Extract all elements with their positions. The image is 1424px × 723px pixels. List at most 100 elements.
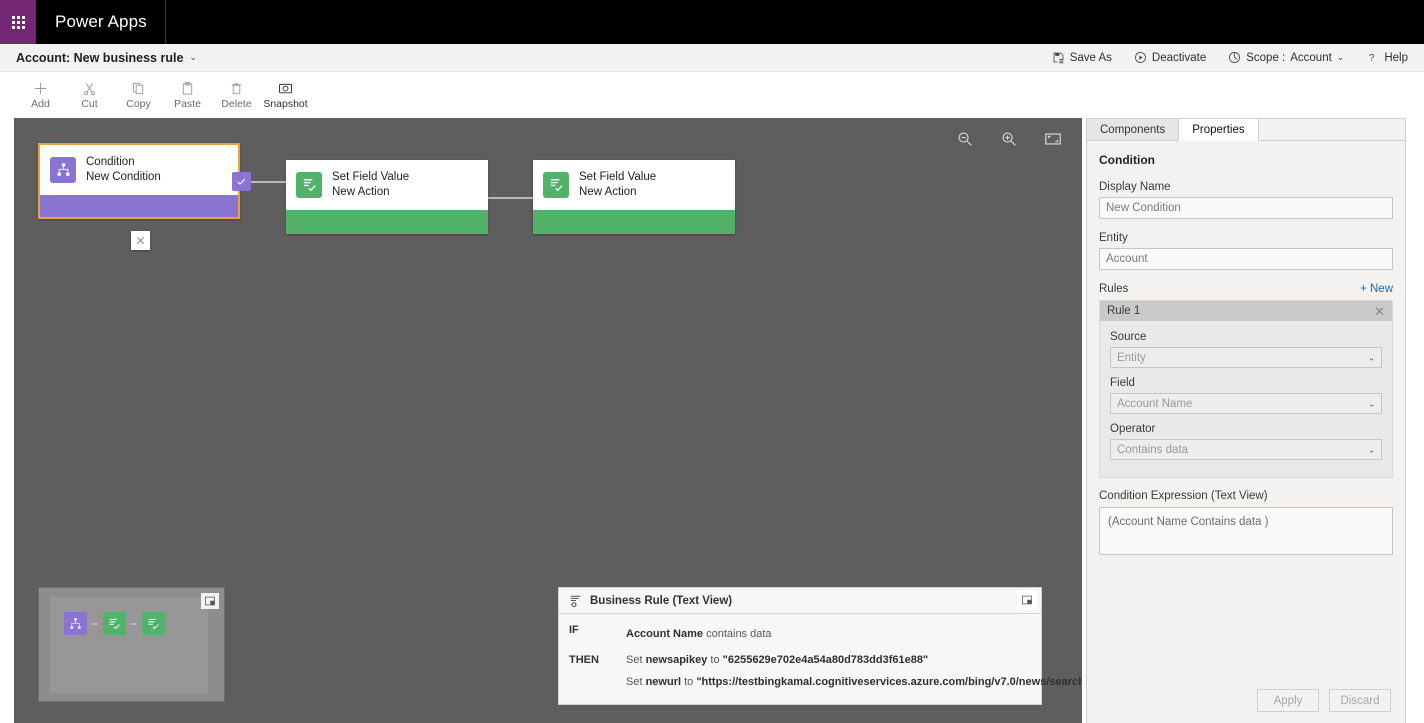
condition-line: Account Name contains data xyxy=(626,624,1041,645)
scope-value: Account xyxy=(1290,51,1332,64)
close-icon xyxy=(136,236,145,245)
copy-button[interactable]: Copy xyxy=(116,78,161,112)
minimap-condition-icon xyxy=(64,612,87,635)
condition-node-footer xyxy=(40,194,238,217)
svg-text:?: ? xyxy=(1369,53,1375,64)
workspace: Condition New Condition Set Field Value … xyxy=(0,118,1424,723)
entity-input[interactable] xyxy=(1099,248,1393,270)
action-2-prefix: Set xyxy=(626,675,646,688)
business-rule-icon xyxy=(570,595,581,607)
delete-button[interactable]: Delete xyxy=(214,78,259,112)
set-field-value-icon xyxy=(296,171,322,198)
action-2-header: Set Field Value New Action xyxy=(533,160,735,210)
field-label: Field xyxy=(1110,377,1135,389)
plus-icon xyxy=(33,80,48,97)
action-line-2: Set newurl to "https://testbingkamal.cog… xyxy=(626,672,1082,693)
source-label: Source xyxy=(1110,331,1147,343)
zoom-out-icon[interactable] xyxy=(956,130,974,148)
camera-icon xyxy=(278,80,293,97)
flow-canvas[interactable]: Condition New Condition Set Field Value … xyxy=(14,118,1082,723)
paste-label: Paste xyxy=(174,97,201,110)
text-view-header: Business Rule (Text View) xyxy=(559,588,1041,614)
snapshot-button[interactable]: Snapshot xyxy=(263,78,308,112)
entity-label: Entity xyxy=(1099,232,1128,244)
trash-icon xyxy=(229,80,244,97)
action-2-field: newurl xyxy=(645,675,682,688)
paste-button[interactable]: Paste xyxy=(165,78,210,112)
action-1-text: Set Field Value New Action xyxy=(332,170,409,200)
new-rule-button[interactable]: + New xyxy=(1360,283,1393,295)
properties-panel: Components Properties Condition Display … xyxy=(1086,118,1406,723)
action-1-type: Set Field Value xyxy=(332,171,410,183)
cut-button[interactable]: Cut xyxy=(67,78,112,112)
flow-node-action-1[interactable]: Set Field Value New Action xyxy=(286,160,488,234)
action-1-footer xyxy=(286,209,488,234)
condition-operator: contains data xyxy=(703,628,772,640)
rule-card-body: Source Entity ⌄ Field Account Name ⌄ Ope… xyxy=(1100,321,1392,477)
minimap-viewport xyxy=(50,597,208,693)
connector-action-1-to-action-2 xyxy=(488,197,533,199)
tab-components[interactable]: Components xyxy=(1087,119,1180,140)
action-2-value: "https://testbingkamal.cognitiveservices… xyxy=(696,675,1082,688)
cut-label: Cut xyxy=(81,97,98,110)
condition-expression-label: Condition Expression (Text View) xyxy=(1099,490,1268,502)
app-launcher-button[interactable] xyxy=(0,0,36,44)
condition-icon xyxy=(50,156,76,183)
help-button[interactable]: ? Help xyxy=(1362,48,1412,67)
operator-select[interactable]: Contains data xyxy=(1110,439,1382,460)
source-select-wrap: Entity ⌄ xyxy=(1110,347,1382,368)
tab-properties[interactable]: Properties xyxy=(1179,119,1259,141)
command-bar-actions: Save As Deactivate Scope : Account ⌄ ? H… xyxy=(1048,48,1424,67)
copy-icon xyxy=(131,80,146,97)
minimap-link xyxy=(92,622,98,625)
branch-true-badge[interactable] xyxy=(232,172,251,191)
condition-node-type: Condition xyxy=(86,156,135,168)
save-as-label: Save As xyxy=(1069,51,1112,64)
flow-node-action-2[interactable]: Set Field Value New Action xyxy=(533,160,735,234)
action-2-footer xyxy=(533,209,735,234)
canvas-minimap[interactable] xyxy=(38,587,225,702)
add-button[interactable]: Add xyxy=(18,78,63,112)
condition-node-header: Condition New Condition xyxy=(40,145,238,195)
then-label: THEN xyxy=(569,654,599,666)
deactivate-icon xyxy=(1134,52,1146,63)
chevron-down-icon: ⌄ xyxy=(189,52,197,62)
check-icon xyxy=(237,178,246,185)
field-select[interactable]: Account Name xyxy=(1110,393,1382,414)
delete-label: Delete xyxy=(221,97,252,110)
minimap-expand-button[interactable] xyxy=(201,593,219,609)
fit-to-screen-icon[interactable] xyxy=(1044,130,1062,148)
if-label: IF xyxy=(569,624,579,636)
zoom-in-icon[interactable] xyxy=(1000,130,1018,148)
scope-selector[interactable]: Scope : Account ⌄ xyxy=(1224,48,1348,67)
close-icon[interactable]: ✕ xyxy=(1374,305,1385,318)
condition-field: Account Name xyxy=(626,628,704,640)
ribbon-toolbar: Add Cut Copy Paste Delete Snapshot xyxy=(0,72,1424,118)
save-as-button[interactable]: Save As xyxy=(1048,48,1116,67)
properties-footer: Apply Discard xyxy=(1087,679,1405,723)
source-select[interactable]: Entity xyxy=(1110,347,1382,368)
apply-button[interactable]: Apply xyxy=(1257,689,1319,712)
text-view-expand-button[interactable] xyxy=(1017,590,1037,609)
condition-node-name: New Condition xyxy=(86,171,161,184)
scope-label: Scope : xyxy=(1246,51,1286,64)
business-rule-title: Account: New business rule xyxy=(16,50,184,65)
expand-icon xyxy=(205,596,215,606)
action-1-name: New Action xyxy=(332,186,390,199)
condition-expression-box: (Account Name Contains data ) xyxy=(1099,507,1393,555)
discard-button[interactable]: Discard xyxy=(1329,689,1391,712)
brand-title: Power Apps xyxy=(36,0,166,44)
branch-false-badge[interactable] xyxy=(131,231,150,250)
snapshot-label: Snapshot xyxy=(263,97,308,110)
rule-card: Rule 1 ✕ Source Entity ⌄ Field Account N… xyxy=(1099,300,1393,478)
action-line-1: Set newsapikey to "6255629e702e4a54a80d7… xyxy=(626,650,1041,671)
deactivate-button[interactable]: Deactivate xyxy=(1130,48,1210,67)
canvas-area: Condition New Condition Set Field Value … xyxy=(14,118,1086,723)
action-1-value: "6255629e702e4a54a80d783dd3f61e88" xyxy=(722,654,929,667)
business-rule-title-dropdown[interactable]: Account: New business rule ⌄ xyxy=(0,51,197,65)
action-1-prefix: Set xyxy=(626,654,646,667)
flow-node-condition[interactable]: Condition New Condition xyxy=(38,143,240,219)
action-1-field: newsapikey xyxy=(645,654,708,667)
business-rule-text-view-panel: Business Rule (Text View) IF THEN Accoun… xyxy=(558,587,1082,705)
display-name-input[interactable] xyxy=(1099,197,1393,219)
